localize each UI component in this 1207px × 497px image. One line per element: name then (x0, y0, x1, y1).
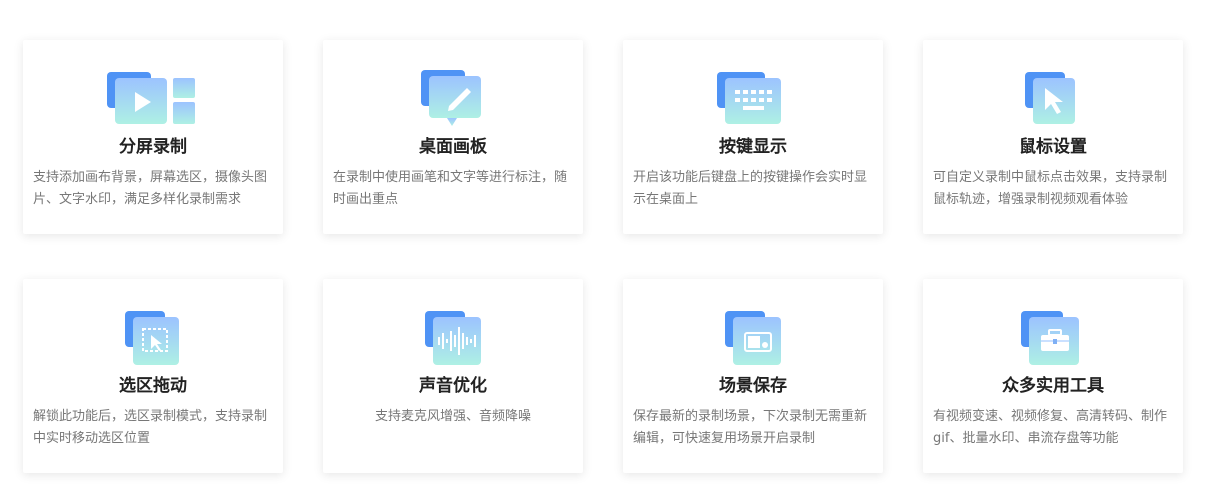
feature-title: 桌面画板 (419, 137, 487, 157)
mouse-cursor-icon (1007, 70, 1099, 130)
feature-card-tools[interactable]: 众多实用工具 有视频变速、视频修复、高清转码、制作gif、批量水印、串流存盘等功… (923, 279, 1183, 473)
feature-card-keyboard[interactable]: 按键显示 开启该功能后键盘上的按键操作会实时显示在桌面上 (623, 40, 883, 234)
toolbox-icon (1007, 309, 1099, 369)
feature-card-split-screen[interactable]: 分屏录制 支持添加画布背景，屏幕选区，摄像头图片、文字水印，满足多样化录制需求 (23, 40, 283, 234)
region-drag-icon (107, 309, 199, 369)
feature-title: 众多实用工具 (1002, 376, 1104, 396)
feature-desc: 可自定义录制中鼠标点击效果，支持录制鼠标轨迹，增强录制视频观看体验 (933, 170, 1168, 207)
feature-desc: 有视频变速、视频修复、高清转码、制作gif、批量水印、串流存盘等功能 (933, 409, 1168, 446)
scene-save-icon (707, 309, 799, 369)
feature-card-sound[interactable]: 声音优化 支持麦克风增强、音频降噪 (323, 279, 583, 473)
feature-card-mouse[interactable]: 鼠标设置 可自定义录制中鼠标点击效果，支持录制鼠标轨迹，增强录制视频观看体验 (923, 40, 1183, 234)
feature-title: 按键显示 (719, 137, 787, 157)
feature-title: 声音优化 (419, 376, 487, 396)
feature-desc: 支持麦克风增强、音频降噪 (374, 409, 531, 424)
feature-title: 鼠标设置 (1019, 137, 1087, 157)
keyboard-icon (707, 70, 799, 130)
feature-card-region-drag[interactable]: 选区拖动 解锁此功能后，选区录制模式，支持录制中实时移动选区位置 (23, 279, 283, 473)
feature-title: 选区拖动 (119, 376, 187, 396)
feature-desc: 开启该功能后键盘上的按键操作会实时显示在桌面上 (633, 170, 868, 207)
feature-desc: 支持添加画布背景，屏幕选区，摄像头图片、文字水印，满足多样化录制需求 (33, 170, 268, 207)
feature-desc: 在录制中使用画笔和文字等进行标注，随时画出重点 (333, 170, 568, 207)
sound-wave-icon (407, 309, 499, 369)
feature-desc: 解锁此功能后，选区录制模式，支持录制中实时移动选区位置 (33, 409, 268, 446)
feature-title: 分屏录制 (119, 137, 187, 157)
feature-title: 场景保存 (719, 376, 787, 396)
feature-card-pen-board[interactable]: 桌面画板 在录制中使用画笔和文字等进行标注，随时画出重点 (323, 40, 583, 234)
feature-desc: 保存最新的录制场景，下次录制无需重新编辑，可快速复用场景开启录制 (633, 409, 868, 446)
pen-board-icon (407, 70, 499, 130)
split-screen-icon (107, 70, 199, 130)
feature-card-scene-save[interactable]: 场景保存 保存最新的录制场景，下次录制无需重新编辑，可快速复用场景开启录制 (623, 279, 883, 473)
